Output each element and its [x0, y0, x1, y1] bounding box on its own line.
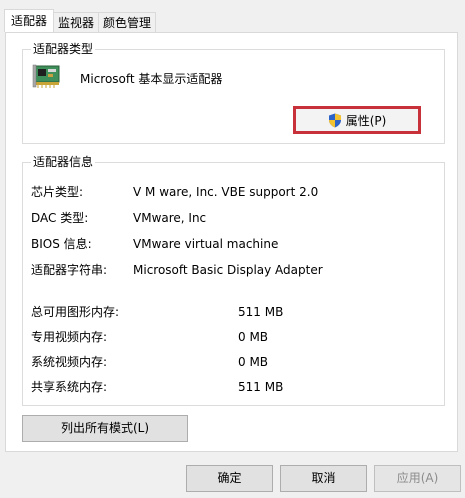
adapter-type-group-title: 适配器类型	[31, 41, 96, 57]
adapter-type-group: 适配器类型 Microsoft 基本显示适配器 属性(P)	[22, 41, 445, 144]
properties-button-label: 属性(P)	[345, 113, 387, 128]
tab-adapter[interactable]: 适配器	[4, 9, 55, 32]
adapter-name: Microsoft 基本显示适配器	[80, 72, 223, 86]
memory-value: 0 MB	[238, 355, 269, 369]
memory-label: 总可用图形内存:	[31, 305, 120, 319]
display-adapter-card-icon	[32, 64, 60, 88]
memory-label: 专用视频内存:	[31, 330, 108, 344]
adapter-info-group-title: 适配器信息	[31, 154, 96, 170]
memory-label: 共享系统内存:	[31, 380, 108, 394]
memory-label: 系统视频内存:	[31, 355, 108, 369]
memory-value: 511 MB	[238, 305, 284, 319]
apply-button[interactable]: 应用(A)	[374, 465, 461, 492]
tab-monitor[interactable]: 监视器	[53, 12, 100, 32]
uac-shield-icon	[328, 113, 341, 127]
memory-value: 511 MB	[238, 380, 284, 394]
tab-strip: 适配器 监视器 颜色管理	[4, 9, 157, 32]
cancel-button[interactable]: 取消	[280, 465, 367, 492]
memory-value: 0 MB	[238, 330, 269, 344]
info-value: V M ware, Inc. VBE support 2.0	[133, 185, 319, 199]
info-label: DAC 类型:	[31, 211, 89, 225]
info-value: VMware, Inc	[133, 211, 207, 225]
ok-button[interactable]: 确定	[186, 465, 273, 492]
tab-panel-adapter: 适配器类型 Microsoft 基本显示适配器 属性(P) 适配器信息 芯片类型…	[5, 32, 458, 452]
tab-color-management[interactable]: 颜色管理	[98, 12, 157, 32]
adapter-info-group: 适配器信息 芯片类型: V M ware, Inc. VBE support 2…	[22, 154, 445, 406]
info-label: BIOS 信息:	[31, 237, 92, 251]
info-label: 芯片类型:	[31, 185, 84, 199]
display-adapter-properties-window: 适配器 监视器 颜色管理 适配器类型 Microsoft 基本显示适配器 属性(…	[0, 0, 465, 498]
list-all-modes-button[interactable]: 列出所有模式(L)	[22, 415, 188, 442]
properties-button[interactable]: 属性(P)	[293, 106, 421, 134]
info-label: 适配器字符串:	[31, 263, 108, 277]
info-value: Microsoft Basic Display Adapter	[133, 263, 323, 277]
info-value: VMware virtual machine	[133, 237, 279, 251]
